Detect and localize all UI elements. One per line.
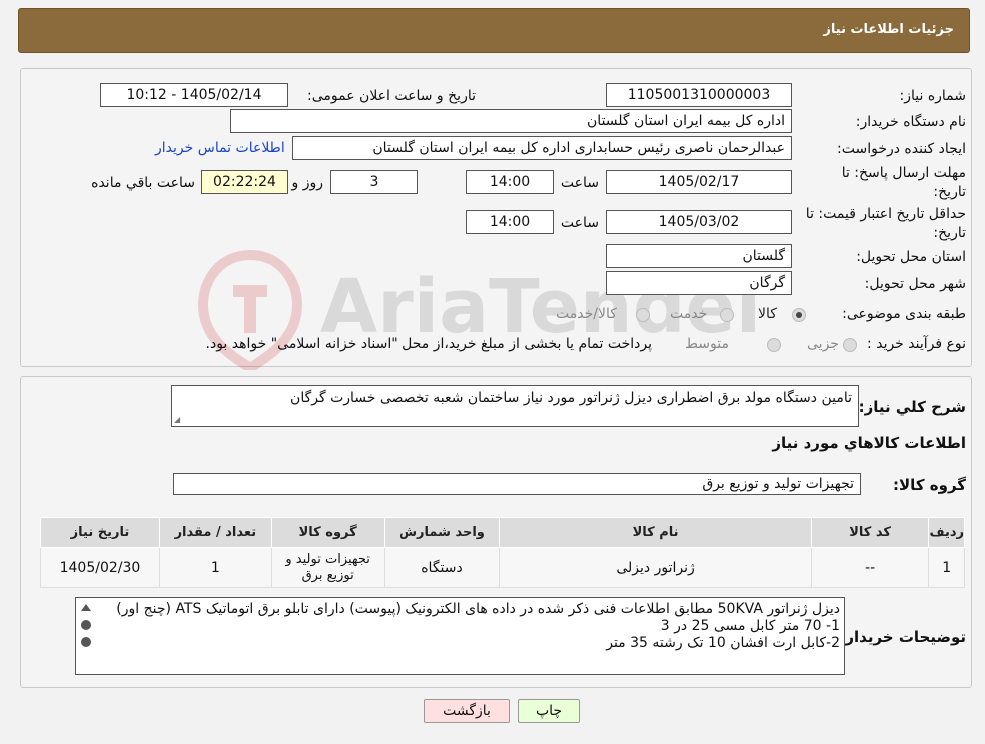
category-radio-goods-service[interactable] (636, 308, 650, 322)
buyer-notes-line: 2-کابل ارت افشان 10 تک رشته 35 متر (606, 635, 840, 651)
days-label: روز و (291, 175, 324, 191)
category-label: طبقه بندی موضوعی: (842, 306, 966, 322)
buyer-notes-line: دیزل ژنراتور 50KVA مطابق اطلاعات فنی ذکر… (116, 601, 840, 617)
col-date: تاریخ نیاز (40, 517, 160, 548)
remaining-time-field: 02:22:24 (201, 170, 288, 194)
col-name: نام کالا (499, 517, 812, 548)
category-radio-goods[interactable] (792, 308, 806, 322)
cell-unit: دستگاه (383, 547, 501, 588)
reply-time-field: 14:00 (466, 170, 554, 194)
page-title: جزئیات اطلاعات نیاز (823, 22, 954, 37)
summary-field: تامین دستگاه مولد برق اضطراری دیزل ژنرات… (171, 385, 859, 427)
need-number-field: 1105001310000003 (606, 83, 792, 107)
province-label: استان محل تحویل: (856, 249, 966, 265)
purchase-type-label: نوع فرآیند خرید : (867, 336, 966, 352)
table-row: 1 -- ژنراتور دیزلی دستگاه تجهیزات تولید … (40, 547, 965, 588)
buyer-notes-label: توضیحات خریدار: (839, 628, 966, 646)
validity-date-field: 1405/03/02 (606, 210, 792, 234)
creator-field: عبدالرحمان ناصری رئیس حسابداری اداره کل … (292, 136, 792, 160)
scroll-thumb[interactable] (81, 620, 91, 630)
cell-date: 1405/02/30 (40, 547, 160, 588)
reply-deadline-label: مهلت ارسال پاسخ: تا تاریخ: (841, 165, 966, 200)
remaining-days-field: 3 (330, 170, 418, 194)
buyer-notes-field: دیزل ژنراتور 50KVA مطابق اطلاعات فنی ذکر… (75, 597, 845, 675)
price-validity-label: حداقل تاریخ اعتبار قیمت: تا تاریخ: (805, 206, 966, 241)
col-unit: واحد شمارش (383, 517, 501, 548)
goods-group-field: تجهیزات تولید و توزیع برق (173, 473, 861, 495)
purchase-note: پرداخت تمام یا بخشی از مبلغ خرید،از محل … (205, 336, 652, 352)
cell-group: تجهیزات تولید و توزیع برق (270, 547, 385, 588)
col-code: کد کالا (810, 517, 930, 548)
purchase-option-medium: متوسط (685, 336, 729, 352)
table-header-row: ردیف کد کالا نام کالا واحد شمارش گروه کا… (40, 517, 965, 548)
col-qty: تعداد / مقدار (158, 517, 272, 548)
cell-qty: 1 (158, 547, 272, 588)
purchase-option-small: جزیی (807, 336, 839, 352)
city-label: شهر محل تحویل: (864, 276, 966, 292)
summary-text: تامین دستگاه مولد برق اضطراری دیزل ژنرات… (290, 390, 852, 406)
buyer-org-label: نام دستگاه خریدار: (855, 114, 966, 130)
scroll-thumb[interactable] (81, 637, 91, 647)
items-table: ردیف کد کالا نام کالا واحد شمارش گروه کا… (40, 517, 965, 588)
need-number-label: شماره نیاز: (899, 88, 967, 104)
reply-time-label: ساعت (560, 175, 599, 191)
goods-group-label: گروه کالا: (893, 476, 966, 494)
category-option-goods-service: کالا/خدمت (556, 306, 617, 322)
validity-time-label: ساعت (560, 215, 599, 231)
creator-label: ایجاد کننده درخواست: (837, 141, 966, 157)
remaining-time-label: ساعت باقي مانده (91, 175, 195, 191)
page-header: جزئیات اطلاعات نیاز (18, 8, 970, 53)
scroll-up-icon[interactable] (81, 604, 91, 611)
cell-name: ژنراتور دیزلی (499, 547, 812, 588)
col-row: ردیف (928, 517, 965, 548)
purchase-radio-medium[interactable] (767, 338, 781, 352)
cell-row: 1 (928, 547, 965, 588)
summary-label: شرح کلي نیاز: (858, 398, 966, 416)
reply-date-field: 1405/02/17 (606, 170, 792, 194)
validity-time-field: 14:00 (466, 210, 554, 234)
col-group: گروه کالا (270, 517, 385, 548)
category-option-goods: کالا (758, 306, 777, 322)
goods-info-title: اطلاعات کالاهاي مورد نیاز (772, 434, 966, 452)
notes-scrollbar[interactable] (76, 598, 96, 674)
back-button[interactable]: بازگشت (424, 699, 510, 723)
print-button[interactable]: چاپ (518, 699, 580, 723)
category-option-service: خدمت (670, 306, 708, 322)
buyer-notes-text: دیزل ژنراتور 50KVA مطابق اطلاعات فنی ذکر… (95, 601, 840, 652)
buyer-org-field: اداره کل بیمه ایران استان گلستان (230, 109, 792, 133)
announce-date-field: 1405/02/14 - 10:12 (100, 83, 288, 107)
category-radio-service[interactable] (720, 308, 734, 322)
resize-grip-icon: ◢ (174, 415, 181, 424)
announce-date-label: تاریخ و ساعت اعلان عمومی: (307, 88, 476, 104)
purchase-radio-small[interactable] (843, 338, 857, 352)
province-field: گلستان (606, 244, 792, 268)
buyer-contact-link[interactable]: اطلاعات تماس خریدار (155, 140, 285, 156)
buyer-notes-line: 1- 70 متر کابل مسی 25 در 3 (660, 618, 840, 634)
city-field: گرگان (606, 271, 792, 295)
cell-code: -- (810, 547, 930, 588)
